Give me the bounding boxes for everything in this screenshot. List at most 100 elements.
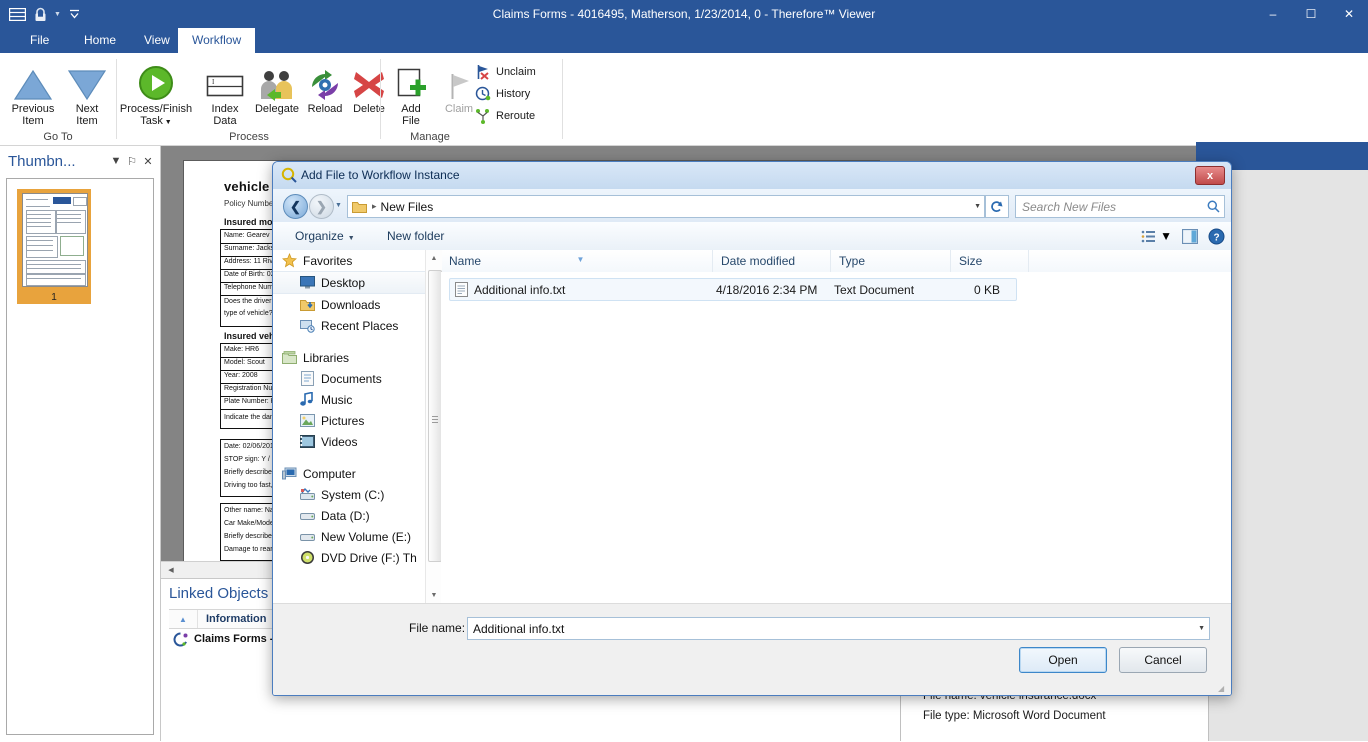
column-header-size[interactable]: Size (951, 250, 1029, 272)
sort-descending-icon: ▼ (577, 249, 585, 271)
dialog-title-bar: Add File to Workflow Instance x (273, 162, 1231, 190)
reload-refresh-icon (306, 61, 344, 101)
nav-item-label: Pictures (321, 414, 364, 428)
resize-grip-icon[interactable]: ◢ (1218, 684, 1228, 694)
nav-item-downloads[interactable]: Downloads (273, 294, 441, 315)
scroll-left-icon[interactable]: ◀ (163, 562, 179, 578)
column-header-name[interactable]: ▼ Name (441, 250, 713, 272)
file-list[interactable]: Additional info.txt 4/18/2016 2:34 PM Te… (441, 272, 1231, 603)
desktop-icon (299, 275, 315, 291)
reroute-button[interactable]: Reroute (474, 107, 535, 125)
organize-button[interactable]: Organize▼ (287, 222, 363, 250)
thumbnail-list[interactable]: 1 (6, 178, 154, 735)
address-bar[interactable]: ▸ New Files ▼ (347, 195, 985, 218)
previous-item-button[interactable]: PreviousItem (4, 61, 62, 127)
unclaim-flag-icon (474, 63, 492, 81)
view-dropdown-icon[interactable]: ▼ (1160, 229, 1172, 243)
index-data-button[interactable]: I IndexData (196, 61, 254, 127)
tab-file[interactable]: File (16, 28, 63, 53)
forward-button[interactable]: ❯ (309, 194, 334, 219)
process-finish-task-button[interactable]: Process/FinishTask ▼ (118, 61, 194, 129)
unclaim-button[interactable]: Unclaim (474, 63, 536, 81)
doc-row-1-2: Year: 2008 (224, 372, 258, 379)
tab-home[interactable]: Home (70, 28, 130, 53)
add-file-dialog: Add File to Workflow Instance x ❮ ❯ ▼ ▸ … (272, 161, 1232, 696)
scroll-up-icon[interactable]: ▲ (426, 250, 442, 266)
delegate-users-icon (257, 61, 297, 101)
column-header-type[interactable]: Type (831, 250, 951, 272)
nav-item-music[interactable]: Music (273, 389, 441, 410)
window-controls: – ☐ ✕ (1254, 0, 1368, 28)
open-button[interactable]: Open (1019, 647, 1107, 673)
file-date-cell: 4/18/2016 2:34 PM (716, 283, 817, 297)
ribbon-group-process-title: Process (118, 131, 380, 143)
dialog-close-button[interactable]: x (1195, 166, 1225, 185)
recent-locations-icon[interactable]: ▼ (335, 202, 342, 209)
nav-item-videos[interactable]: Videos (273, 431, 441, 452)
sort-indicator-icon[interactable]: ▲ (169, 610, 198, 628)
file-name-dropdown-icon[interactable]: ▼ (1198, 625, 1205, 632)
search-input[interactable] (1020, 199, 1207, 215)
drive-icon (299, 529, 315, 545)
cancel-button[interactable]: Cancel (1119, 647, 1207, 673)
nav-item-system-c[interactable]: System (C:) (273, 484, 441, 505)
close-panel-button[interactable]: ✕ (140, 152, 156, 170)
next-item-button[interactable]: NextItem (58, 61, 116, 127)
nav-item-computer[interactable]: Computer (273, 463, 441, 484)
nav-item-label: Documents (321, 372, 382, 386)
nav-item-pictures[interactable]: Pictures (273, 410, 441, 431)
new-folder-button[interactable]: New folder (379, 222, 452, 250)
scrollbar-thumb[interactable] (428, 270, 442, 562)
maximize-button[interactable]: ☐ (1292, 0, 1330, 28)
dvd-drive-icon (299, 550, 315, 566)
column-header-date-modified[interactable]: Date modified (713, 250, 831, 272)
nav-item-label: Videos (321, 435, 357, 449)
refresh-button[interactable] (985, 195, 1009, 218)
downloads-icon (299, 297, 315, 313)
chevron-down-icon: ▼ (163, 119, 172, 126)
drive-icon (299, 508, 315, 524)
history-button[interactable]: History (474, 85, 530, 103)
libraries-icon (281, 350, 297, 366)
index-data-icon: I (205, 61, 245, 101)
nav-item-libraries[interactable]: Libraries (273, 347, 441, 368)
minimize-button[interactable]: – (1254, 0, 1292, 28)
help-icon[interactable]: ? (1208, 228, 1225, 245)
nav-item-recent-places[interactable]: Recent Places (273, 315, 441, 336)
back-button[interactable]: ❮ (283, 194, 308, 219)
breadcrumb-current-folder[interactable]: New Files (381, 200, 434, 214)
view-list-icon[interactable]: ▼ (1141, 229, 1172, 243)
nav-item-new-volume-e[interactable]: New Volume (E:) (273, 526, 441, 547)
close-button[interactable]: ✕ (1330, 0, 1368, 28)
panel-menu-button[interactable]: ▼ (108, 152, 124, 170)
nav-item-label: Data (D:) (321, 509, 370, 523)
thumbnail-page-1[interactable]: 1 (17, 189, 91, 304)
doc-row-2-0: Date: 02/06/2014 (224, 443, 278, 450)
address-dropdown-icon[interactable]: ▼ (974, 203, 981, 210)
reroute-icon (474, 107, 492, 125)
pin-button[interactable]: ⚐ (124, 152, 140, 170)
linked-objects-column-information[interactable]: Information (198, 613, 267, 625)
reload-label: Reload (308, 103, 343, 115)
search-box[interactable] (1015, 195, 1225, 218)
previous-item-label-1: Previous (12, 103, 55, 115)
dialog-title: Add File to Workflow Instance (301, 162, 460, 189)
preview-pane-icon[interactable] (1182, 229, 1198, 244)
nav-item-documents[interactable]: Documents (273, 368, 441, 389)
view-controls: ▼ ? (1141, 222, 1225, 250)
nav-item-desktop[interactable]: Desktop (273, 271, 441, 294)
linked-objects-row[interactable]: Claims Forms - (169, 629, 273, 649)
nav-item-dvd-drive-f[interactable]: DVD Drive (F:) Th (273, 547, 441, 568)
file-row[interactable]: Additional info.txt 4/18/2016 2:34 PM Te… (449, 278, 1017, 301)
file-name-input[interactable]: Additional info.txt ▼ (467, 617, 1210, 640)
nav-item-favorites[interactable]: Favorites (273, 250, 441, 271)
tab-workflow[interactable]: Workflow (178, 28, 255, 53)
info-file-type: File type: Microsoft Word Document (923, 710, 1208, 722)
tab-view[interactable]: View (130, 28, 184, 53)
ribbon-tab-strip: File Home View Workflow ⌃ ? (0, 28, 1368, 53)
dialog-command-bar: Organize▼ New folder ▼ ? (273, 222, 1231, 251)
scroll-down-icon[interactable]: ▼ (426, 587, 442, 603)
navigation-pane-scrollbar[interactable]: ▲ ▼ (425, 250, 442, 603)
navigation-pane[interactable]: Favorites Desktop Downloads Recent Place… (273, 250, 442, 603)
nav-item-data-d[interactable]: Data (D:) (273, 505, 441, 526)
